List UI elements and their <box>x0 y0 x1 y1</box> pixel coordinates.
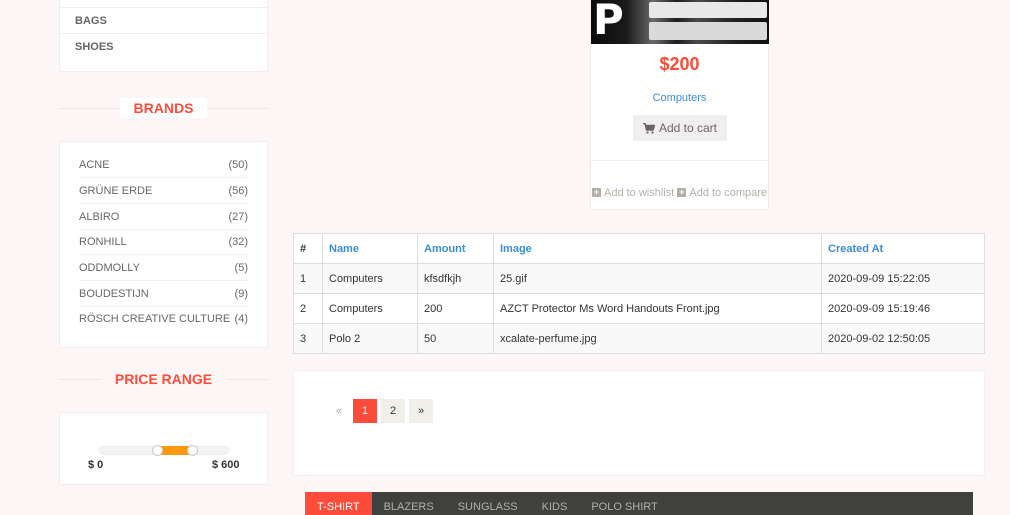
table-row: 2 Computers 200 AZCT Protector Ms Word H… <box>293 293 985 324</box>
plus-square-icon: + <box>591 187 601 197</box>
category-item-shoes[interactable]: SHOES <box>75 41 114 53</box>
table-cell: kfsdfkjh <box>417 263 494 294</box>
table-cell: xcalate-perfume.jpg <box>493 323 822 354</box>
table-cell: 2020-09-09 15:22:05 <box>821 263 985 294</box>
pagination-panel: « 1 2 » <box>293 370 985 476</box>
add-to-cart-label: Add to cart <box>658 121 718 135</box>
product-image-letter: P <box>593 0 624 44</box>
brand-item-oddmolly[interactable]: ODDMOLLY (5) <box>79 255 248 281</box>
table-cell: 25.gif <box>493 263 822 294</box>
brand-name: RONHILL <box>79 235 127 248</box>
tab-kids[interactable]: KIDS <box>530 492 580 515</box>
category-item-bags[interactable]: BAGS <box>75 15 107 27</box>
divider <box>591 160 768 161</box>
column-header-amount[interactable]: Amount <box>417 233 494 264</box>
table-header-row: # Name Amount Image Created At <box>293 233 985 264</box>
column-header-created-at[interactable]: Created At <box>821 233 985 264</box>
add-to-compare-link[interactable]: + Add to compare <box>677 187 767 199</box>
price-range-panel: $ 0 $ 600 <box>59 412 268 485</box>
brand-count: (27) <box>228 210 248 223</box>
plus-square-icon: + <box>677 187 687 197</box>
shopping-cart-icon <box>642 122 655 134</box>
tab-blazers[interactable]: BLAZERS <box>372 492 446 515</box>
brand-count: (56) <box>228 184 248 197</box>
brands-heading: BRANDS <box>119 98 208 118</box>
brand-count: (32) <box>228 235 248 248</box>
column-header-image[interactable]: Image <box>493 233 822 264</box>
product-price: $200 <box>659 54 700 74</box>
add-to-compare-label: Add to compare <box>689 186 768 199</box>
tab-sunglass[interactable]: SUNGLASS <box>446 492 530 515</box>
brand-item-albiro[interactable]: ALBIRO (27) <box>79 204 248 230</box>
table-cell: 3 <box>293 323 323 354</box>
brand-item-boudestijn[interactable]: BOUDESTIJN (9) <box>79 281 248 307</box>
pagination: « 1 2 » <box>329 399 433 423</box>
table-cell: Computers <box>322 263 418 294</box>
brand-item-ronhill[interactable]: RONHILL (32) <box>79 229 248 255</box>
pagination-next[interactable]: » <box>409 399 433 423</box>
table-cell: 200 <box>417 293 494 324</box>
brands-panel: ACNE (50) GRÜNE ERDE (56) ALBIRO (27) RO… <box>59 141 268 348</box>
table-cell: 50 <box>417 323 494 354</box>
product-image-form-field <box>649 2 767 18</box>
tab-t-shirt[interactable]: T-SHIRT <box>305 492 372 515</box>
category-panel: BAGS SHOES <box>59 0 268 72</box>
brands-title: BRANDS <box>59 98 268 118</box>
category-tabs: T-SHIRT BLAZERS SUNGLASS KIDS POLO SHIRT <box>305 492 973 515</box>
brand-count: (5) <box>234 261 248 274</box>
add-to-wishlist-link[interactable]: + Add to wishlist <box>591 186 675 199</box>
brand-count: (50) <box>228 158 248 171</box>
brand-item-grune-erde[interactable]: GRÜNE ERDE (56) <box>79 178 248 204</box>
table-cell: Polo 2 <box>322 323 418 354</box>
product-image-form-field <box>649 22 767 40</box>
price-range-heading: PRICE RANGE <box>100 369 227 389</box>
brand-name: RÖSCH CREATIVE CULTURE <box>79 313 231 325</box>
column-header-name[interactable]: Name <box>322 233 418 264</box>
add-to-wishlist-label: Add to wishlist <box>603 186 675 199</box>
product-category-link[interactable]: Computers <box>591 92 768 104</box>
divider <box>60 33 267 34</box>
product-image[interactable]: P <box>591 0 769 44</box>
price-slider-min-handle[interactable] <box>152 445 163 456</box>
table-row: 1 Computers kfsdfkjh 25.gif 2020-09-09 1… <box>293 263 985 294</box>
table-cell: Computers <box>322 293 418 324</box>
tab-polo-shirt[interactable]: POLO SHIRT <box>579 492 669 515</box>
table-row: 3 Polo 2 50 xcalate-perfume.jpg 2020-09-… <box>293 323 985 354</box>
table-cell: 1 <box>293 263 323 294</box>
add-to-cart-button[interactable]: Add to cart <box>633 115 727 141</box>
product-card: P $200 Computers Add to cart + Add to wi… <box>590 0 769 210</box>
price-slider-max-handle[interactable] <box>187 445 198 456</box>
products-table: # Name Amount Image Created At 1 Compute… <box>293 233 985 354</box>
table-cell: 2020-09-09 15:19:46 <box>821 293 985 324</box>
brand-item-rosch-creative-culture[interactable]: RÖSCH CREATIVE CULTURE (4) <box>79 306 248 332</box>
brand-name: GRÜNE ERDE <box>79 184 153 197</box>
divider <box>60 7 267 8</box>
table-cell: 2 <box>293 293 323 324</box>
price-min-label: $ 0 <box>88 459 104 471</box>
pagination-page-2[interactable]: 2 <box>381 399 405 423</box>
price-range-title: PRICE RANGE <box>59 369 268 389</box>
pagination-prev[interactable]: « <box>329 399 349 423</box>
brand-name: BOUDESTIJN <box>79 287 149 300</box>
brand-name: ACNE <box>79 158 110 171</box>
price-max-label: $ 600 <box>212 459 240 471</box>
brand-count: (4) <box>234 313 248 325</box>
table-cell: 2020-09-02 12:50:05 <box>821 323 985 354</box>
brand-item-acne[interactable]: ACNE (50) <box>79 152 248 178</box>
column-header-index: # <box>293 233 323 264</box>
pagination-page-1[interactable]: 1 <box>353 399 377 423</box>
brand-count: (9) <box>234 287 248 300</box>
table-cell: AZCT Protector Ms Word Handouts Front.jp… <box>493 293 822 324</box>
brand-name: ODDMOLLY <box>79 261 140 274</box>
product-choose-links: + Add to wishlist + Add to compare <box>591 186 768 199</box>
brand-name: ALBIRO <box>79 210 120 223</box>
